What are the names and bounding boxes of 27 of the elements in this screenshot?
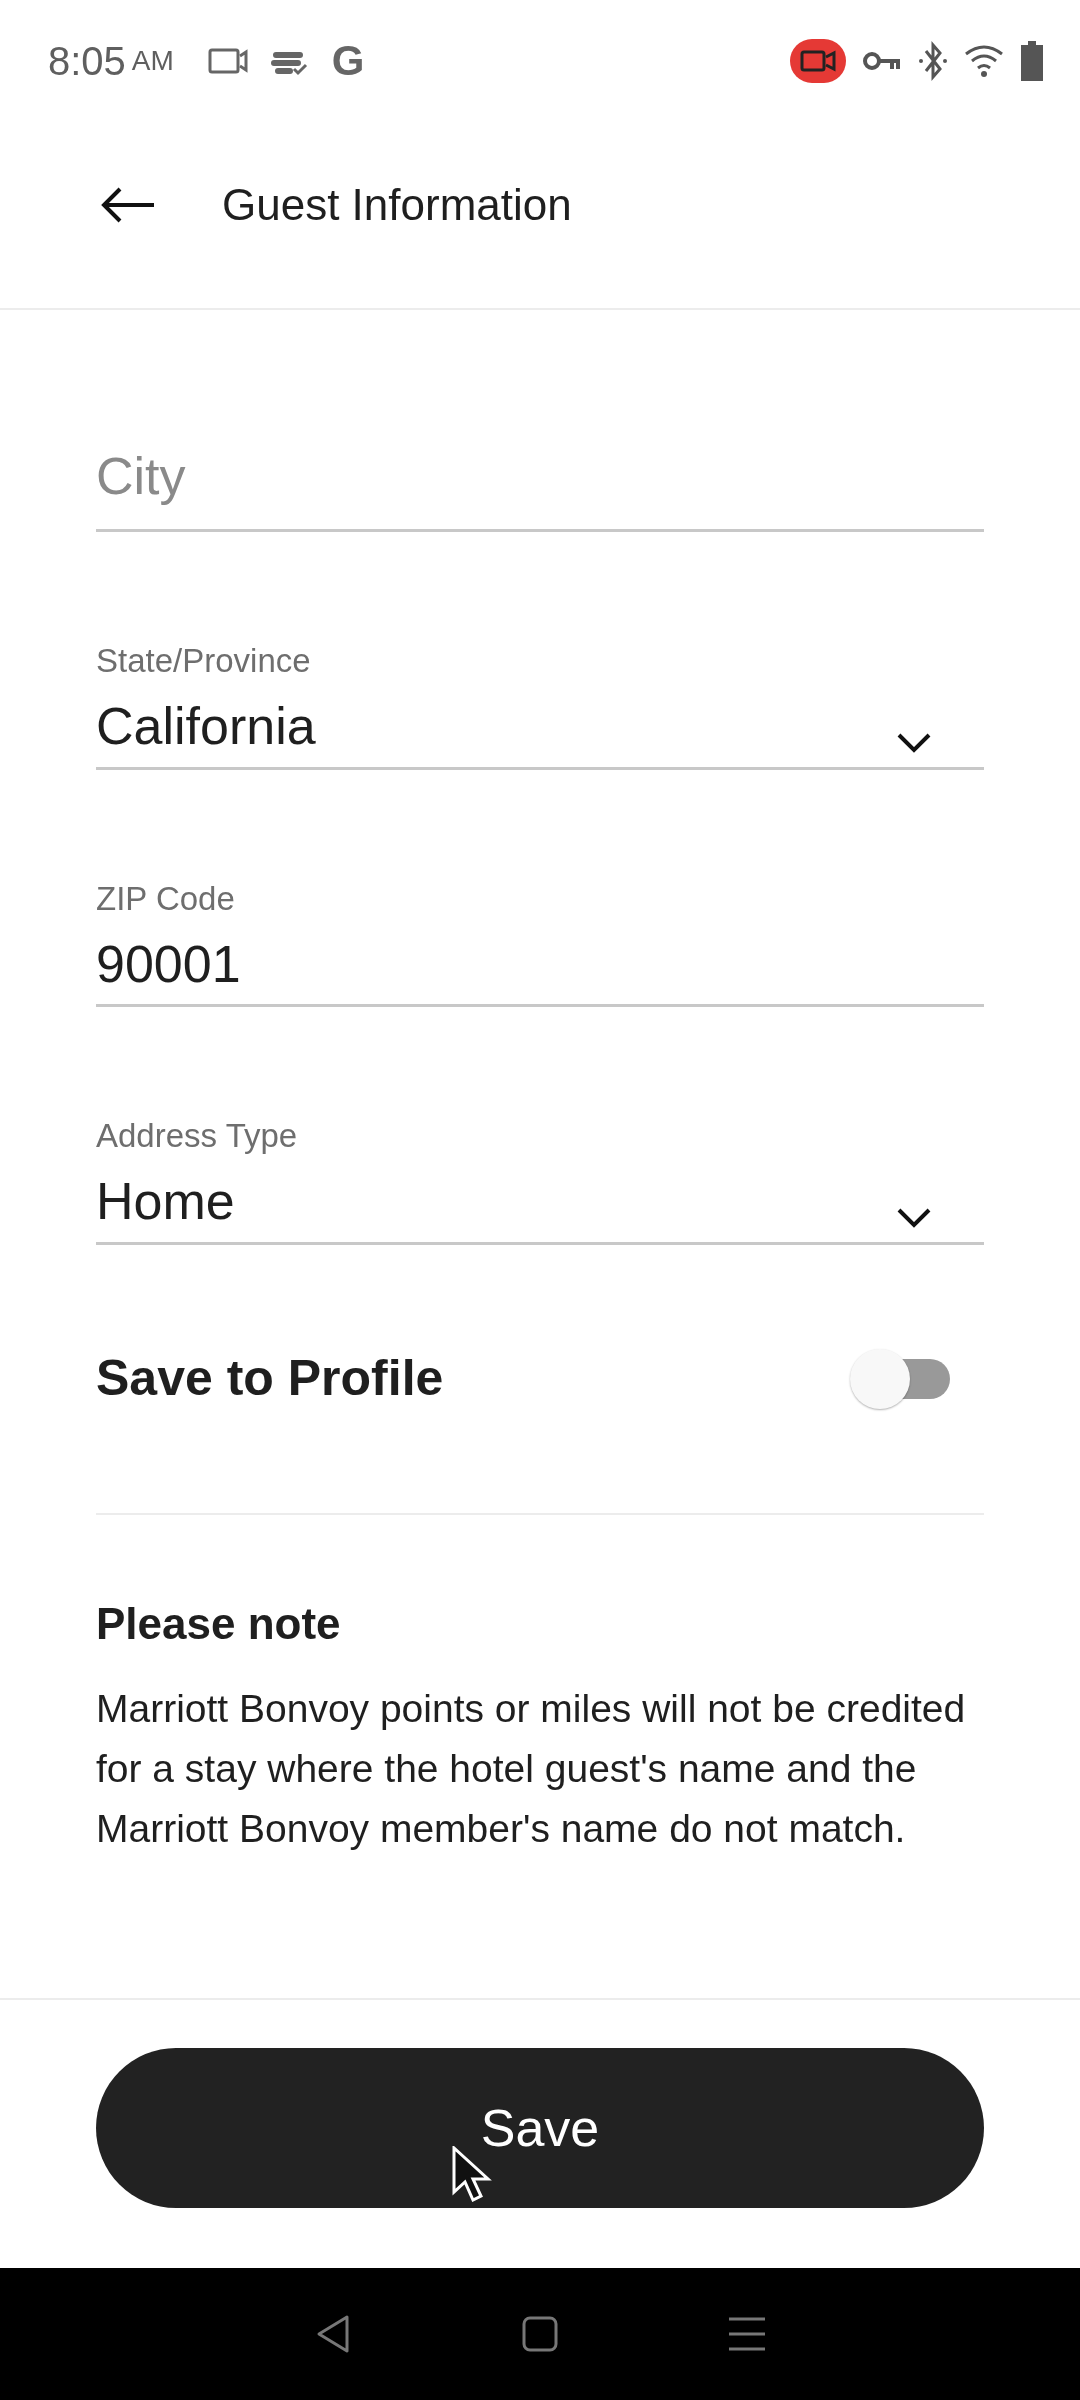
input-field[interactable]: 90001 (96, 923, 984, 1007)
bluetooth-icon (918, 41, 948, 81)
menu-nav-icon[interactable] (728, 2317, 765, 2351)
dropdown-field[interactable]: Home (96, 1160, 984, 1245)
save-button[interactable]: Save (96, 2048, 984, 2208)
status-time: 8:05 (48, 38, 126, 85)
toggle-label: Save to Profile (96, 1349, 444, 1408)
field-label: State/Province (96, 641, 312, 681)
field-label: Address Type (96, 1116, 299, 1156)
mouse-cursor-icon (452, 2146, 492, 2202)
dropdown-field[interactable]: California (96, 685, 984, 770)
g-logo-icon: G (331, 40, 365, 82)
status-time-period: AM (131, 44, 174, 78)
chevron-down-icon (896, 732, 932, 754)
camera-icon (207, 46, 248, 76)
note-text: Marriott Bonvoy points or miles will not be credited for a stay where the hotel guest's name and the Marriott Bonvoy member's name do not match. (96, 1685, 967, 1852)
input-field[interactable]: City (96, 422, 984, 532)
back-nav-icon[interactable] (315, 2314, 352, 2354)
wifi-icon (964, 44, 1004, 78)
key-icon (862, 49, 902, 73)
battery-icon (1020, 41, 1044, 81)
note-title: Please note (96, 1597, 342, 1650)
home-nav-icon[interactable] (522, 2316, 558, 2352)
screen-title: Guest Information (222, 179, 572, 231)
chevron-down-icon (896, 1207, 932, 1229)
back-arrow-icon[interactable] (100, 187, 156, 223)
field-label: ZIP Code (96, 878, 236, 919)
